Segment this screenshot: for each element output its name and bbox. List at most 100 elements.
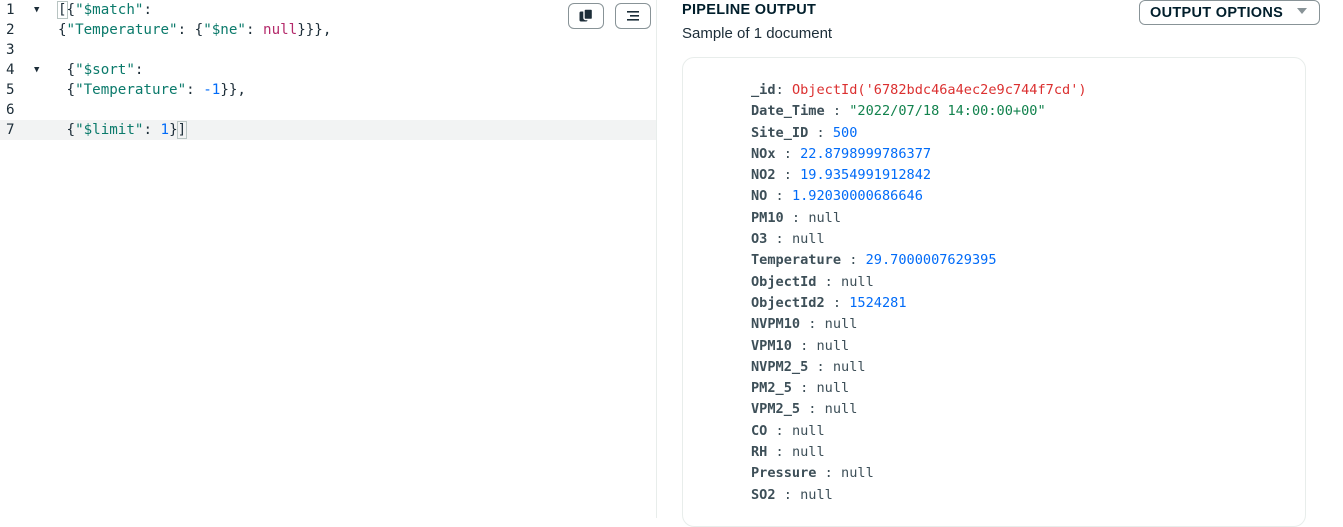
code-line[interactable]: 1 ▼ [{"$match": [0, 0, 656, 20]
code-line[interactable]: 3 [0, 40, 656, 60]
document-field: SO2 : null [751, 485, 1087, 506]
field-separator: : [808, 124, 833, 141]
code-token: : [186, 82, 204, 98]
field-key: Date_Time [751, 103, 825, 120]
field-key: ObjectId2 [751, 294, 825, 311]
document-field: _id: ObjectId('6782bdc46a4ec2e9c744f7cd'… [751, 80, 1087, 101]
code-token: : [143, 2, 152, 18]
field-separator: : [816, 465, 842, 482]
field-separator: : [767, 188, 792, 205]
field-separator: : [767, 231, 792, 248]
code-token: "Temperature" [66, 22, 178, 38]
code-lines[interactable]: 1 ▼ [{"$match": 2 {"Temperature": {"$ne": nu… [0, 0, 656, 140]
document-field: Site_ID : 500 [751, 123, 1087, 144]
field-value: null [832, 358, 866, 375]
code-token: "$limit" [75, 122, 144, 138]
line-number: 7 [6, 122, 15, 138]
document-field: PM2_5 : null [751, 378, 1087, 399]
code-line[interactable]: 5 {"Temperature": -1}}, [0, 80, 656, 100]
code-token: }}}, [297, 22, 332, 38]
code-token: { [58, 22, 67, 38]
field-value: "2022/07/18 14:00:00+00" [849, 103, 1046, 120]
output-sample-count: Sample of 1 document [682, 25, 833, 42]
field-key: NO2 [751, 167, 776, 184]
field-key: SO2 [751, 486, 776, 503]
field-separator: : [824, 294, 850, 311]
field-value: null [816, 337, 850, 354]
field-value: 1524281 [849, 294, 907, 311]
document-field: O3 : null [751, 229, 1087, 250]
code-text: {"Temperature": -1}}, [58, 80, 246, 100]
output-options-button[interactable]: OUTPUT OPTIONS [1139, 0, 1320, 25]
field-separator: : [775, 145, 801, 162]
field-key: Pressure [751, 465, 817, 482]
document-field: PM10 : null [751, 208, 1087, 229]
code-text: {"Temperature": {"$ne": null}}}, [58, 20, 331, 40]
code-token: "$match" [75, 2, 144, 18]
field-separator: : [816, 273, 842, 290]
code-token: 1 [160, 122, 170, 138]
code-line[interactable]: 4 ▼ {"$sort": [0, 60, 656, 80]
pipeline-output-panel: PIPELINE OUTPUT Sample of 1 document OUT… [657, 0, 1343, 527]
code-token: ] [176, 121, 188, 139]
copy-pipeline-button[interactable] [568, 3, 604, 29]
line-number: 2 [6, 22, 15, 38]
code-token: }}, [220, 82, 246, 98]
field-value: null [808, 209, 842, 226]
document-field: NVPM10 : null [751, 314, 1087, 335]
field-separator: : [841, 252, 866, 269]
field-value: ObjectId('6782bdc46a4ec2e9c744f7cd') [791, 82, 1087, 98]
caret-down-icon [1297, 8, 1307, 14]
document-field: NOx : 22.8798999786377 [751, 144, 1087, 165]
field-separator: : [824, 103, 850, 120]
document-field: ObjectId2 : 1524281 [751, 293, 1087, 314]
code-token: : [245, 22, 264, 38]
code-line[interactable]: 2 {"Temperature": {"$ne": null}}}, [0, 20, 656, 40]
document-field: VPM10 : null [751, 336, 1087, 357]
code-line[interactable]: 6 [0, 100, 656, 120]
pipeline-editor[interactable]: 1 ▼ [{"$match": 2 {"Temperature": {"$ne": nu… [0, 0, 657, 518]
code-token: [ [57, 1, 68, 19]
field-value: null [841, 465, 874, 482]
field-value: null [824, 401, 858, 418]
code-token: "Temperature" [75, 82, 187, 98]
fold-toggle-icon[interactable]: ▼ [34, 0, 39, 20]
document-field: NO2 : 19.9354991912842 [751, 165, 1087, 186]
field-key: VPM2_5 [751, 401, 801, 418]
field-value: null [791, 231, 825, 248]
field-key: PM10 [751, 209, 784, 226]
field-value: 500 [832, 124, 858, 141]
field-key: O3 [751, 231, 768, 248]
code-token: { [58, 122, 76, 138]
document-field: Pressure : null [751, 463, 1087, 484]
field-value: null [791, 444, 825, 461]
fold-toggle-icon[interactable]: ▼ [34, 60, 39, 80]
document-field: Temperature : 29.7000007629395 [751, 250, 1087, 271]
field-value: 29.7000007629395 [865, 252, 997, 269]
field-key: ObjectId [751, 273, 817, 290]
field-value: null [841, 273, 874, 290]
field-separator: : [767, 422, 792, 439]
field-key: NO [751, 188, 768, 205]
code-token: } [169, 122, 178, 138]
code-token: null [263, 22, 298, 38]
code-line[interactable]: 7 {"$limit": 1}] [0, 120, 656, 140]
field-separator: : [775, 167, 801, 184]
field-value: null [816, 380, 850, 397]
format-pipeline-button[interactable] [615, 3, 651, 29]
code-token: : { [177, 22, 204, 38]
field-key: NOx [751, 145, 776, 162]
line-number: 1 [6, 2, 15, 18]
code-token: { [66, 2, 76, 18]
field-value: 19.9354991912842 [800, 167, 932, 184]
field-separator: : [783, 209, 809, 226]
field-key: NVPM2_5 [751, 358, 809, 375]
field-value: 1.92030000686646 [791, 188, 923, 205]
document-card[interactable]: _id: ObjectId('6782bdc46a4ec2e9c744f7cd'… [682, 57, 1306, 527]
field-separator: : [767, 444, 792, 461]
field-value: null [824, 316, 858, 333]
line-number: 6 [6, 102, 15, 118]
output-title: PIPELINE OUTPUT [682, 2, 817, 18]
field-key: CO [751, 422, 768, 439]
code-text: {"$limit": 1}] [58, 120, 188, 140]
